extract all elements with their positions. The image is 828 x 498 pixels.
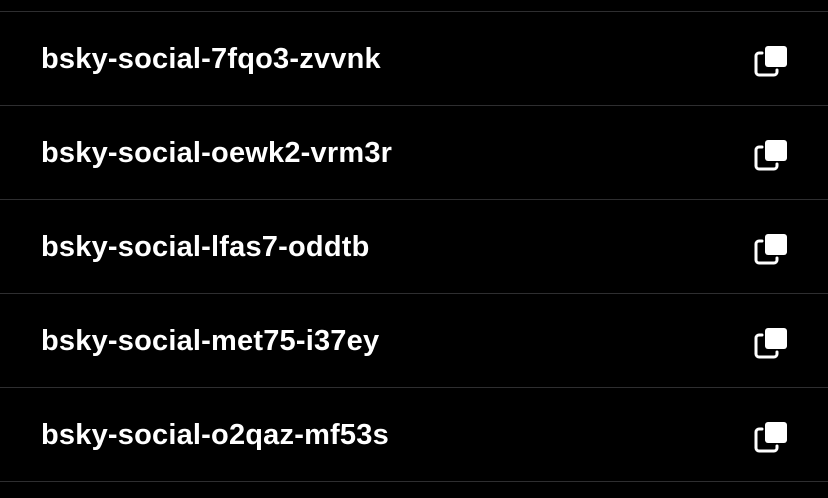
copy-button[interactable] (748, 40, 794, 82)
invite-code-row: bsky-social-oewk2-vrm3r (0, 106, 828, 200)
invite-code-text: bsky-social-7fqo3-zvvnk (41, 43, 381, 75)
copy-button[interactable] (748, 228, 794, 270)
copy-button[interactable] (748, 322, 794, 364)
invite-code-text: bsky-social-lfas7-oddtb (41, 231, 370, 263)
copy-icon (754, 328, 787, 359)
invite-code-row: bsky-social-7fqo3-zvvnk (0, 12, 828, 106)
invite-code-text: bsky-social-met75-i37ey (41, 325, 380, 357)
copy-button[interactable] (748, 134, 794, 176)
invite-code-row: bsky-social-lfas7-oddtb (0, 200, 828, 294)
copy-icon (754, 422, 787, 453)
invite-code-text: bsky-social-o2qaz-mf53s (41, 419, 389, 451)
copy-icon (754, 46, 787, 77)
copy-icon (754, 234, 787, 265)
invite-code-text: bsky-social-oewk2-vrm3r (41, 137, 393, 169)
copy-button[interactable] (748, 416, 794, 458)
invite-code-row: bsky-social-met75-i37ey (0, 294, 828, 388)
invite-code-row: bsky-social-o2qaz-mf53s (0, 388, 828, 482)
copy-icon (754, 140, 787, 171)
